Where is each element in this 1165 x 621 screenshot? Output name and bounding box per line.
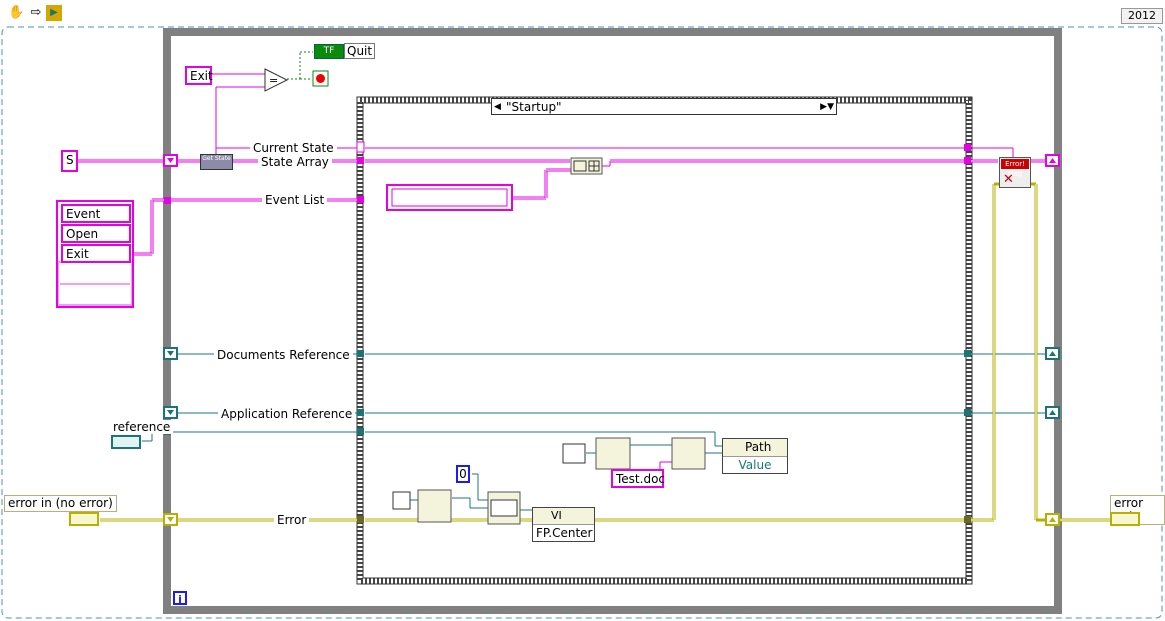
reference-label: reference <box>110 420 174 434</box>
case-selector[interactable]: ◀ "Startup" ▶▼ <box>491 98 837 115</box>
exit-const[interactable]: Exit <box>185 66 213 85</box>
current-state-label: Current State <box>250 141 337 155</box>
state-const[interactable]: S <box>61 150 78 172</box>
state-array-label: State Array <box>258 155 332 169</box>
open-vi-ref-node <box>417 489 452 523</box>
test-doc-const[interactable]: Test.doc <box>611 469 665 488</box>
quit-label: Quit <box>344 43 376 59</box>
error-handler-subvi[interactable]: Error! Msg ✕ <box>999 157 1031 188</box>
zero-const[interactable]: 0 <box>456 465 470 483</box>
error-label: Error <box>274 513 310 527</box>
event-item-1[interactable]: Open <box>61 224 131 243</box>
svg-text:=: = <box>269 74 278 87</box>
property-name: Path <box>723 439 787 457</box>
path-const <box>562 443 586 464</box>
invoke-method-name: FP.Center <box>536 526 593 540</box>
get-state-subvi[interactable]: Get State <box>200 154 233 170</box>
error-x-icon: ✕ <box>1003 172 1014 187</box>
event-item-0[interactable]: Event <box>61 204 131 223</box>
invoke-method-class: VI <box>533 508 594 525</box>
invoke-method-node[interactable]: VI FP.Center <box>532 507 595 542</box>
application-reference-label: Application Reference <box>218 407 356 421</box>
quit-indicator[interactable]: TF Quit <box>314 43 376 59</box>
error-out-terminal[interactable] <box>1110 512 1140 526</box>
property-value: Value <box>738 458 772 472</box>
tf-icon: TF <box>314 44 344 59</box>
case-prev-icon[interactable]: ◀ <box>494 99 501 115</box>
error-msg-label: Error! Msg <box>1001 159 1029 178</box>
app-ref-const <box>392 491 411 510</box>
case-selector-value: "Startup" <box>506 100 562 114</box>
error-in-label: error in (no error) <box>4 495 117 512</box>
property-node[interactable]: Path Value <box>722 438 788 474</box>
event-list-label: Event List <box>262 193 328 207</box>
reference-terminal[interactable] <box>111 435 141 449</box>
documents-reference-label: Documents Reference <box>214 348 353 362</box>
build-path-node <box>671 437 706 470</box>
event-item-2[interactable]: Exit <box>61 244 131 263</box>
case-next-icon[interactable]: ▶▼ <box>820 99 834 115</box>
strip-path-node <box>595 437 631 470</box>
iteration-terminal[interactable]: i <box>173 591 187 606</box>
error-in-terminal[interactable] <box>69 512 99 526</box>
